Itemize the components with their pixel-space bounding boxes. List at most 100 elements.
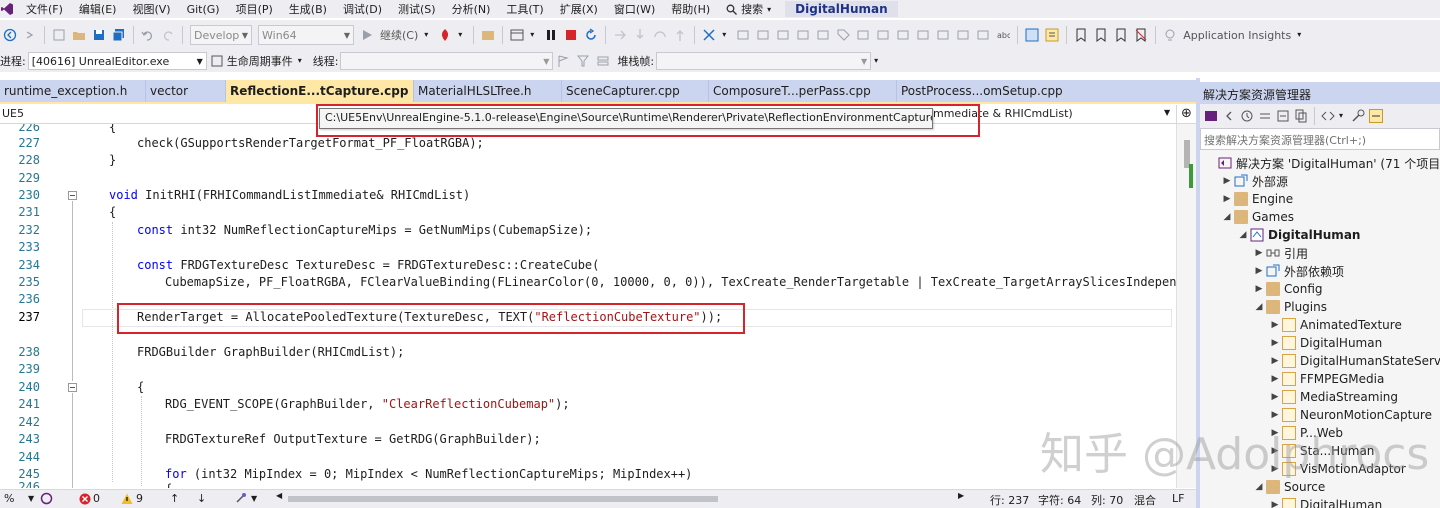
chevron-down-icon[interactable]: ▼ <box>251 494 257 503</box>
save-icon[interactable] <box>92 28 106 42</box>
chevron-down-icon[interactable]: ▼ <box>28 494 34 503</box>
collapse-region-icon[interactable] <box>68 383 77 392</box>
tab-composure-pass[interactable]: ComposureT...perPass.cpp <box>709 80 897 102</box>
navigate-forward-icon[interactable] <box>23 28 37 42</box>
scroll-right-icon[interactable]: ▶ <box>958 491 964 500</box>
open-folder-icon[interactable] <box>72 28 86 42</box>
chevron-down-icon[interactable]: ▾ <box>298 54 306 68</box>
tree-item[interactable]: ▶ 引用 <box>1254 244 1308 262</box>
column-indicator[interactable]: 列: 70 <box>1091 492 1123 508</box>
lifecycle-events-icon[interactable] <box>210 54 224 68</box>
hot-reload-icon[interactable] <box>438 28 452 42</box>
stop-icon[interactable] <box>564 28 578 42</box>
copilot-icon[interactable] <box>40 492 53 508</box>
tree-item[interactable]: ▶ AnimatedTexture <box>1270 316 1402 334</box>
menu-analyze[interactable]: 分析(N) <box>444 1 499 17</box>
search-button[interactable]: 搜索 ▾ <box>718 1 779 17</box>
tab-material-hlsl-tree[interactable]: MaterialHLSLTree.h <box>414 80 562 102</box>
visual-studio-icon[interactable] <box>0 2 14 16</box>
lifecycle-events-button[interactable]: 生命周期事件 <box>227 53 293 69</box>
tree-item[interactable]: ▶ 外部源 <box>1222 172 1288 190</box>
collapse-region-icon[interactable] <box>68 191 77 200</box>
next-bookmark-icon[interactable] <box>1114 28 1128 42</box>
properties-icon[interactable] <box>1351 109 1365 123</box>
tree-item[interactable]: ◢ Games <box>1222 208 1294 226</box>
tree-item[interactable]: ▶ MediaStreaming <box>1270 388 1398 406</box>
collapsed-arrow-icon[interactable]: ▶ <box>1222 194 1232 204</box>
collapsed-arrow-icon[interactable]: ▶ <box>1270 320 1280 330</box>
spell-check-icon[interactable]: abc <box>996 28 1011 42</box>
code-cleanup-icon[interactable] <box>235 492 249 507</box>
collapsed-arrow-icon[interactable]: ▶ <box>1254 266 1264 276</box>
scrollbar-thumb[interactable] <box>288 496 718 502</box>
tree-item[interactable]: ▶ DigitalHuman <box>1270 334 1382 352</box>
toggle-comment-icon[interactable] <box>1025 28 1039 42</box>
expanded-arrow-icon[interactable]: ◢ <box>1238 230 1248 240</box>
split-editor-icon[interactable]: ⊕ <box>1176 105 1196 124</box>
error-count[interactable]: 0 <box>93 492 100 505</box>
stack-icon[interactable] <box>596 54 610 68</box>
locals-window-icon[interactable] <box>816 28 830 42</box>
collapsed-arrow-icon[interactable]: ▶ <box>1222 176 1232 186</box>
menu-help[interactable]: 帮助(H) <box>663 1 718 17</box>
redo-icon[interactable] <box>161 28 175 42</box>
arrow-up-icon[interactable]: ↑ <box>170 492 179 505</box>
parallel-stacks-icon[interactable] <box>876 28 890 42</box>
sync-icon[interactable] <box>1258 109 1272 123</box>
expanded-arrow-icon[interactable]: ◢ <box>1222 212 1232 222</box>
menu-extensions[interactable]: 扩展(X) <box>552 1 606 17</box>
collapse-all-icon[interactable] <box>1276 109 1290 123</box>
step-over-icon[interactable] <box>653 28 667 42</box>
bookmark-icon[interactable] <box>1074 28 1088 42</box>
application-insights-button[interactable]: Application Insights <box>1183 29 1291 42</box>
step-into-icon[interactable] <box>633 28 647 42</box>
chevron-down-icon[interactable]: ▼ <box>1164 108 1170 117</box>
pending-changes-icon[interactable] <box>1240 109 1254 123</box>
code-editor[interactable]: 226 227 228 229 230 231 232 233 234 235 … <box>0 124 1176 488</box>
collapsed-arrow-icon[interactable]: ▶ <box>1270 338 1280 348</box>
arrow-down-icon[interactable]: ↓ <box>197 492 206 505</box>
show-all-files-icon[interactable] <box>1294 109 1308 123</box>
menu-project[interactable]: 项目(P) <box>228 1 281 17</box>
menu-test[interactable]: 测试(S) <box>390 1 444 17</box>
scroll-left-icon[interactable]: ◀ <box>276 491 282 500</box>
error-icon[interactable] <box>79 493 91 508</box>
chevron-down-icon[interactable]: ▾ <box>874 54 882 68</box>
show-next-statement-icon[interactable] <box>613 28 627 42</box>
whitespace-mode[interactable]: 混合 <box>1134 492 1156 508</box>
filter-icon[interactable] <box>576 54 590 68</box>
warning-icon[interactable] <box>121 493 133 508</box>
save-all-icon[interactable] <box>112 28 126 42</box>
stackframe-dropdown[interactable]: ▼ <box>656 52 872 70</box>
thread-dropdown[interactable]: ▼ <box>340 52 554 70</box>
memory-window-icon[interactable] <box>756 28 770 42</box>
menu-edit[interactable]: 编辑(E) <box>71 1 125 17</box>
tree-item[interactable]: ▶ DigitalHumanStateServer <box>1270 352 1440 370</box>
tree-item[interactable]: ▶ DigitalHuman <box>1270 496 1382 508</box>
tasks-window-icon[interactable] <box>896 28 910 42</box>
autos-window-icon[interactable] <box>856 28 870 42</box>
menu-view[interactable]: 视图(V) <box>124 1 178 17</box>
new-project-icon[interactable] <box>52 28 66 42</box>
line-ending[interactable]: LF <box>1172 492 1184 505</box>
clear-bookmarks-icon[interactable] <box>1134 28 1148 42</box>
previous-bookmark-icon[interactable] <box>1094 28 1108 42</box>
chevron-down-icon[interactable]: ▾ <box>722 28 730 42</box>
tab-reflection-environment-capture[interactable]: ReflectionE...tCapture.cpp⊸✕ <box>226 80 414 102</box>
solution-search-input[interactable]: 搜索解决方案资源管理器(Ctrl+;) <box>1200 128 1440 150</box>
tree-item[interactable]: ◢ Plugins <box>1254 298 1327 316</box>
chevron-down-icon[interactable]: ▾ <box>458 28 466 42</box>
tree-item[interactable]: ▶ FFMPEGMedia <box>1270 370 1384 388</box>
editor-horizontal-scrollbar[interactable]: ◀ ▶ <box>276 491 966 504</box>
pause-icon[interactable] <box>544 28 558 42</box>
chevron-down-icon[interactable]: ▾ <box>530 28 538 42</box>
gpu-threads-icon[interactable] <box>916 28 930 42</box>
line-indicator[interactable]: 行: 237 <box>990 492 1029 508</box>
warning-count[interactable]: 9 <box>136 492 143 505</box>
view-code-icon[interactable] <box>1321 109 1335 123</box>
watch-window-icon[interactable] <box>956 28 970 42</box>
uncomment-icon[interactable] <box>1045 28 1059 42</box>
breakpoint-group-icon[interactable] <box>736 28 750 42</box>
project-dropdown[interactable]: UE5 <box>2 107 24 120</box>
modules-window-icon[interactable] <box>796 28 810 42</box>
